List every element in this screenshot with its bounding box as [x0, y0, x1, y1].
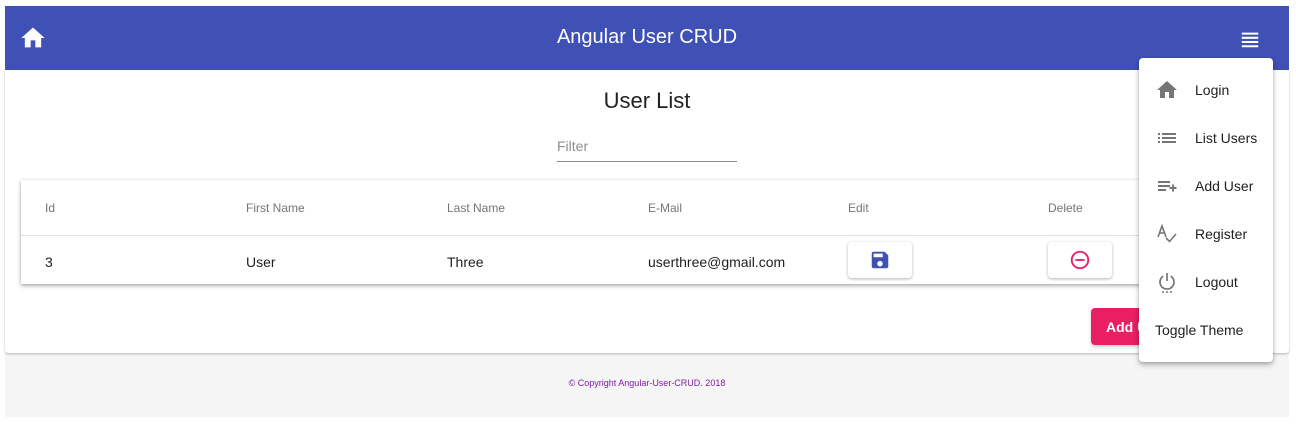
page-title: User List: [603, 88, 691, 113]
menu-item-register[interactable]: Register: [1139, 210, 1273, 258]
users-table: Id First Name Last Name E-Mail Edit Dele…: [21, 180, 1213, 284]
table-row: 3 User Three userthree@gmail.com: [21, 236, 1213, 284]
filter-field[interactable]: [557, 138, 737, 162]
header-first-name[interactable]: First Name: [246, 201, 305, 215]
menu-item-add-user[interactable]: Add User: [1139, 162, 1273, 210]
header-email[interactable]: E-Mail: [648, 201, 682, 215]
power-settings-icon: [1155, 270, 1179, 294]
menu-button[interactable]: [1239, 28, 1267, 50]
menu-item-label: Add User: [1195, 178, 1254, 194]
cell-last-name: Three: [447, 254, 484, 270]
cell-id: 3: [45, 254, 53, 270]
footer-copyright: © Copyright Angular-User-CRUD. 2018: [568, 378, 726, 388]
header-edit: Edit: [848, 201, 869, 215]
list-icon: [1155, 126, 1179, 150]
spellcheck-icon: [1155, 222, 1179, 246]
menu-item-toggle-theme[interactable]: Toggle Theme: [1139, 306, 1273, 354]
menu-item-label: Login: [1195, 82, 1230, 98]
edit-button[interactable]: [848, 242, 912, 278]
header-delete: Delete: [1048, 201, 1083, 215]
table-header-row: Id First Name Last Name E-Mail Edit Dele…: [21, 180, 1213, 236]
menu-item-label: Register: [1195, 226, 1248, 242]
home-icon: [1155, 78, 1179, 102]
menu-item-login[interactable]: Login: [1139, 66, 1273, 114]
cell-first-name: User: [246, 254, 276, 270]
user-list-card: User List Id First Name Last Name E-Mail…: [5, 70, 1289, 353]
app-title: Angular User CRUD: [556, 26, 738, 48]
app-frame: Angular User CRUD User List Id First Nam…: [5, 6, 1289, 417]
menu-item-label: Logout: [1195, 274, 1238, 290]
remove-circle-icon: [1070, 250, 1090, 270]
filter-input[interactable]: [557, 138, 737, 154]
menu-item-logout[interactable]: Logout: [1139, 258, 1273, 306]
save-icon: [871, 251, 889, 269]
menu-icon: [1241, 32, 1259, 48]
playlist-add-icon: [1155, 174, 1179, 198]
cell-email: userthree@gmail.com: [648, 254, 786, 270]
delete-button[interactable]: [1048, 242, 1112, 278]
header-last-name[interactable]: Last Name: [447, 201, 505, 215]
nav-menu-dropdown: Login List Users Add User Register Logou…: [1139, 58, 1273, 362]
menu-item-label: Toggle Theme: [1155, 322, 1244, 338]
menu-item-list-users[interactable]: List Users: [1139, 114, 1273, 162]
top-toolbar: Angular User CRUD: [5, 6, 1289, 70]
menu-item-label: List Users: [1195, 130, 1258, 146]
header-id[interactable]: Id: [45, 201, 55, 215]
